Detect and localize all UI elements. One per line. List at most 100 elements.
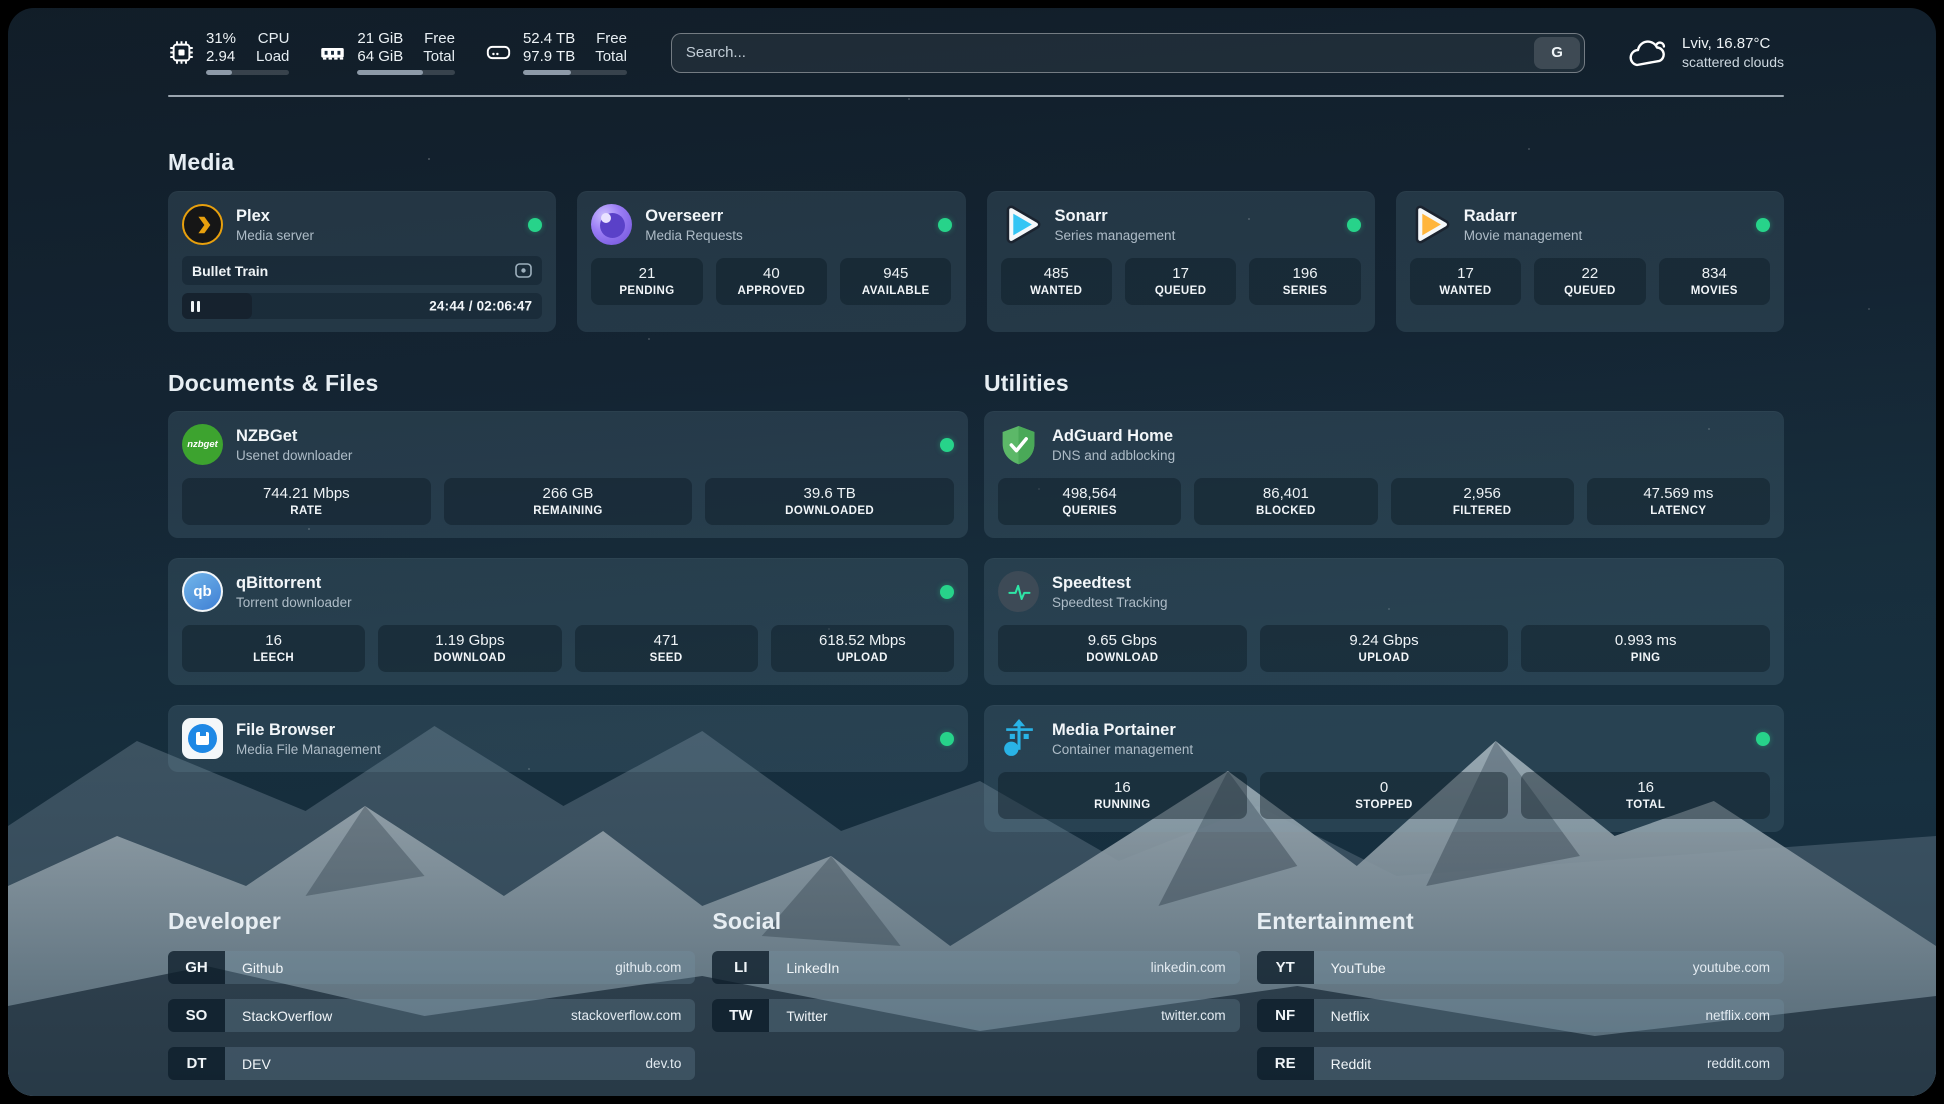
media-cards-row: Plex Media server Bullet Train (168, 191, 1784, 332)
stat-value: 744.21 Mbps (186, 485, 427, 502)
cast-icon (515, 263, 532, 278)
stat-block: 471 SEED (575, 625, 758, 672)
service-card-nzbget[interactable]: nzbget NZBGet Usenet downloader 744.21 M… (168, 411, 968, 538)
service-card-sonarr[interactable]: Sonarr Series management 485 WANTED 17 Q… (987, 191, 1375, 332)
stat-block: 744.21 Mbps RATE (182, 478, 431, 525)
pause-icon[interactable] (191, 301, 200, 312)
service-subtitle: Speedtest Tracking (1052, 595, 1770, 610)
bookmark-url: netflix.com (1705, 1008, 1770, 1023)
top-bar: 31% 2.94 CPU Load (168, 30, 1784, 75)
sonarr-icon (1001, 204, 1042, 245)
bookmark-netflix[interactable]: NF Netflix netflix.com (1257, 999, 1784, 1032)
bookmark-url: stackoverflow.com (571, 1008, 681, 1023)
search-input[interactable] (686, 44, 1534, 61)
adguard-icon (998, 424, 1039, 465)
stat-label: UPLOAD (775, 652, 950, 664)
section-title-documents: Documents & Files (168, 370, 968, 397)
stat-label: REMAINING (448, 505, 689, 517)
stat-label: SEED (579, 652, 754, 664)
bookmark-abbr: RE (1257, 1047, 1314, 1080)
service-name: File Browser (236, 720, 927, 740)
memory-total-value: 64 GiB (357, 48, 403, 66)
service-card-qbittorrent[interactable]: qb qBittorrent Torrent downloader 16 LEE… (168, 558, 968, 685)
cpu-load-label: Load (256, 48, 289, 66)
service-subtitle: Media server (236, 228, 515, 243)
service-subtitle: Usenet downloader (236, 448, 927, 463)
bookmark-dev[interactable]: DT DEV dev.to (168, 1047, 695, 1080)
bookmark-youtube[interactable]: YT YouTube youtube.com (1257, 951, 1784, 984)
cpu-icon (168, 39, 195, 66)
stat-block: 196 SERIES (1249, 258, 1360, 305)
stat-block: 2,956 FILTERED (1391, 478, 1574, 525)
stat-value: 945 (844, 265, 947, 282)
stat-label: RUNNING (1002, 799, 1243, 811)
service-name: Speedtest (1052, 573, 1770, 593)
stat-value: 2,956 (1395, 485, 1570, 502)
stat-block: 0 STOPPED (1260, 772, 1509, 819)
stat-block: 618.52 Mbps UPLOAD (771, 625, 954, 672)
stat-value: 86,401 (1198, 485, 1373, 502)
portainer-icon (998, 718, 1039, 759)
weather-condition: scattered clouds (1682, 54, 1784, 70)
playback-progress-bar[interactable]: 24:44 / 02:06:47 (182, 293, 542, 319)
service-name: Overseerr (645, 206, 924, 226)
stat-label: BLOCKED (1198, 505, 1373, 517)
stat-block: 9.65 Gbps DOWNLOAD (998, 625, 1247, 672)
bookmark-github[interactable]: GH Github github.com (168, 951, 695, 984)
service-name: Media Portainer (1052, 720, 1743, 740)
service-card-plex[interactable]: Plex Media server Bullet Train (168, 191, 556, 332)
bookmark-stackoverflow[interactable]: SO StackOverflow stackoverflow.com (168, 999, 695, 1032)
bookmark-twitter[interactable]: TW Twitter twitter.com (712, 999, 1239, 1032)
service-card-radarr[interactable]: Radarr Movie management 17 WANTED 22 QUE… (1396, 191, 1784, 332)
bookmark-linkedin[interactable]: LI LinkedIn linkedin.com (712, 951, 1239, 984)
service-subtitle: Container management (1052, 742, 1743, 757)
qbittorrent-icon: qb (182, 571, 223, 612)
stat-block: 9.24 Gbps UPLOAD (1260, 625, 1509, 672)
service-card-portainer[interactable]: Media Portainer Container management 16 … (984, 705, 1784, 832)
service-card-adguard[interactable]: AdGuard Home DNS and adblocking 498,564 … (984, 411, 1784, 538)
memory-free-label: Free (424, 30, 455, 48)
status-dot (940, 585, 954, 599)
nzbget-icon: nzbget (182, 424, 223, 465)
stat-value: 39.6 TB (709, 485, 950, 502)
bookmark-url: youtube.com (1693, 960, 1770, 975)
stat-block: 21 PENDING (591, 258, 702, 305)
stat-label: DOWNLOADED (709, 505, 950, 517)
stat-label: UPLOAD (1264, 652, 1505, 664)
bookmark-name: LinkedIn (786, 960, 839, 976)
stat-value: 9.65 Gbps (1002, 632, 1243, 649)
stat-label: FILTERED (1395, 505, 1570, 517)
disk-total-value: 97.9 TB (523, 48, 575, 66)
cpu-usage-label: CPU (258, 30, 290, 48)
stat-value: 9.24 Gbps (1264, 632, 1505, 649)
stat-value: 0 (1264, 779, 1505, 796)
stat-value: 22 (1538, 265, 1641, 282)
stat-label: TOTAL (1525, 799, 1766, 811)
disk-total-label: Total (595, 48, 627, 66)
service-card-speedtest[interactable]: Speedtest Speedtest Tracking 9.65 Gbps D… (984, 558, 1784, 685)
stat-label: SERIES (1253, 285, 1356, 297)
stat-block: 47.569 ms LATENCY (1587, 478, 1770, 525)
search-bar[interactable]: G (671, 33, 1585, 73)
stat-block: 16 TOTAL (1521, 772, 1770, 819)
section-title-entertainment: Entertainment (1257, 908, 1784, 935)
memory-progress-fill (357, 70, 422, 75)
service-card-filebrowser[interactable]: File Browser Media File Management (168, 705, 968, 772)
bookmark-url: reddit.com (1707, 1056, 1770, 1071)
stat-value: 618.52 Mbps (775, 632, 950, 649)
stat-label: STOPPED (1264, 799, 1505, 811)
cpu-load-value: 2.94 (206, 48, 236, 66)
cloud-icon (1627, 36, 1669, 70)
service-card-overseerr[interactable]: Overseerr Media Requests 21 PENDING 40 A… (577, 191, 965, 332)
bookmark-reddit[interactable]: RE Reddit reddit.com (1257, 1047, 1784, 1080)
bookmark-name: DEV (242, 1056, 271, 1072)
search-provider-button[interactable]: G (1534, 37, 1580, 69)
bookmark-abbr: DT (168, 1047, 225, 1080)
bookmark-name: Netflix (1331, 1008, 1370, 1024)
stat-label: QUERIES (1002, 505, 1177, 517)
dashboard-window: 31% 2.94 CPU Load (8, 8, 1936, 1096)
stat-label: LATENCY (1591, 505, 1766, 517)
bookmark-url: github.com (615, 960, 681, 975)
memory-total-label: Total (423, 48, 455, 66)
service-name: NZBGet (236, 426, 927, 446)
